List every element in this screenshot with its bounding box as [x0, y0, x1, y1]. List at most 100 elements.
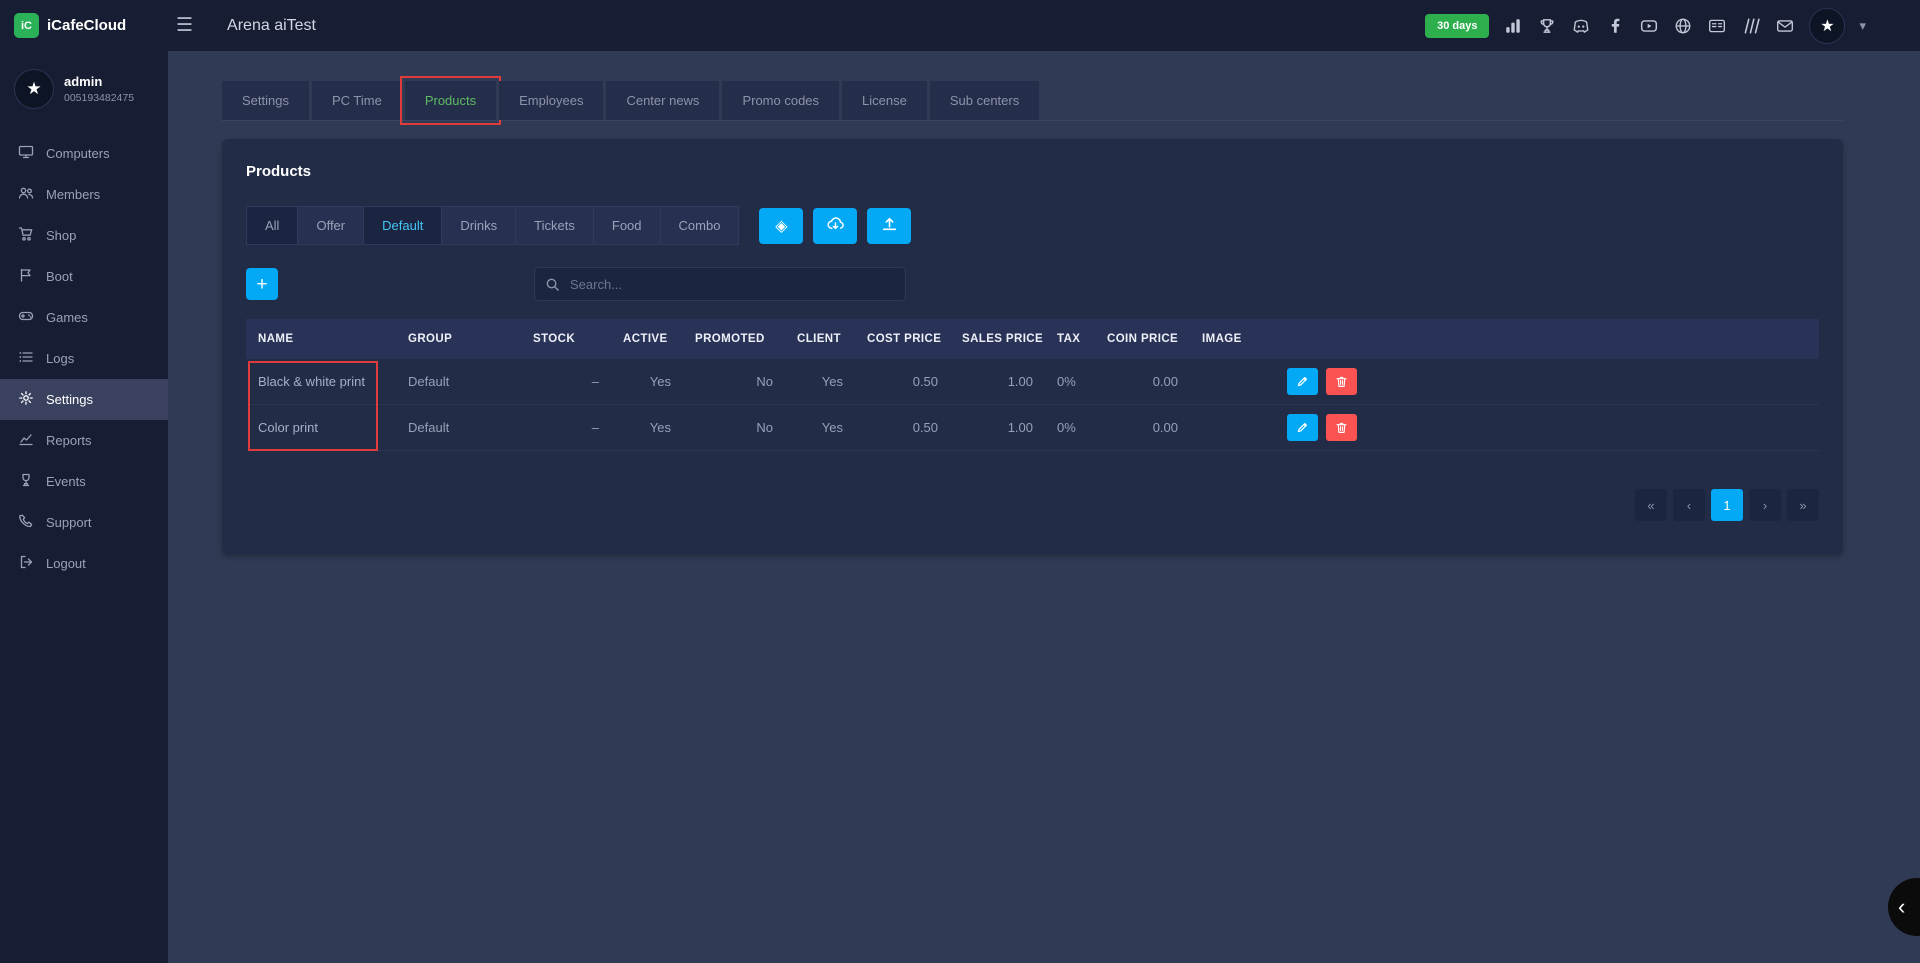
pagination-first[interactable]: « [1635, 489, 1667, 521]
cell-tax: 0% [1045, 420, 1095, 435]
brand[interactable]: iC iCafeCloud [0, 13, 168, 38]
tab-center-news[interactable]: Center news [606, 81, 719, 120]
sidebar-item-shop[interactable]: Shop [0, 215, 168, 256]
col-client: CLIENT [785, 333, 855, 345]
cart-icon [18, 226, 34, 245]
cloud-import-button[interactable] [813, 208, 857, 244]
edit-product-button[interactable] [1287, 368, 1318, 395]
tab-products[interactable]: Products [405, 81, 496, 120]
subtab-food[interactable]: Food [593, 206, 660, 245]
cell-coin-price: 0.00 [1095, 420, 1190, 435]
sidebar-item-support[interactable]: Support [0, 502, 168, 543]
subtab-default[interactable]: Default [363, 206, 441, 245]
cell-stock: – [521, 374, 611, 389]
gamepad-icon [18, 308, 34, 327]
sidebar-item-logs[interactable]: Logs [0, 338, 168, 379]
col-stock: STOCK [521, 333, 611, 345]
tab-pc-time[interactable]: PC Time [312, 81, 402, 120]
col-image: IMAGE [1190, 333, 1275, 345]
subtab-combo[interactable]: Combo [660, 206, 740, 245]
medal-icon [18, 472, 34, 491]
topbar: iC iCafeCloud ☰ Arena aiTest 30 days [0, 0, 1920, 51]
subtab-drinks[interactable]: Drinks [441, 206, 515, 245]
sidebar-item-label: Reports [46, 433, 92, 448]
list-icon [18, 349, 34, 368]
edit-product-button[interactable] [1287, 414, 1318, 441]
sidebar-item-events[interactable]: Events [0, 461, 168, 502]
sidebar-item-label: Games [46, 310, 88, 325]
cell-active: Yes [611, 374, 683, 389]
pagination-page-1[interactable]: 1 [1711, 489, 1743, 521]
subtab-tickets[interactable]: Tickets [515, 206, 593, 245]
facebook-icon[interactable] [1605, 16, 1625, 36]
cell-name: Color print [246, 420, 396, 435]
sidebar-item-computers[interactable]: Computers [0, 133, 168, 174]
gem-icon: ◈ [775, 216, 787, 236]
mail-icon[interactable] [1775, 16, 1795, 36]
cell-client: Yes [785, 374, 855, 389]
cell-group: Default [396, 374, 521, 389]
logout-icon [18, 554, 34, 573]
cell-cost-price: 0.50 [855, 374, 950, 389]
hamburger-menu-button[interactable]: ☰ [168, 10, 201, 41]
chart-icon [18, 431, 34, 450]
id-card-icon[interactable] [1707, 16, 1727, 36]
pagination-next[interactable]: › [1749, 489, 1781, 521]
tab-employees[interactable]: Employees [499, 81, 603, 120]
search-icon [545, 277, 560, 292]
sidebar-item-label: Shop [46, 228, 76, 243]
cell-actions [1275, 414, 1819, 441]
sidebar-user[interactable]: ★ admin 005193482475 [0, 51, 168, 133]
table-row: Black & white print Default – Yes No Yes… [246, 359, 1819, 405]
search-input[interactable] [568, 276, 895, 293]
sidebar-item-games[interactable]: Games [0, 297, 168, 338]
sidebar-item-reports[interactable]: Reports [0, 420, 168, 461]
topbar-right: 30 days ★ ▾ [1425, 8, 1920, 44]
col-sales-price: SALES PRICE [950, 333, 1045, 345]
chevron-down-icon[interactable]: ▾ [1859, 18, 1866, 34]
trash-icon [1335, 375, 1348, 388]
cell-stock: – [521, 420, 611, 435]
search-box [534, 267, 906, 301]
trash-icon [1335, 421, 1348, 434]
sidebar-item-members[interactable]: Members [0, 174, 168, 215]
ads-bars-icon[interactable] [1503, 16, 1523, 36]
pagination-prev[interactable]: ‹ [1673, 489, 1705, 521]
pencil-icon [1296, 375, 1309, 388]
main-content: Settings PC Time Products Employees Cent… [168, 51, 1920, 963]
tab-settings[interactable]: Settings [222, 81, 309, 120]
products-table: NAME GROUP STOCK ACTIVE PROMOTED CLIENT … [246, 319, 1819, 451]
manage-groups-button[interactable]: ◈ [759, 208, 803, 244]
delete-product-button[interactable] [1326, 414, 1357, 441]
sidebar-item-settings[interactable]: Settings [0, 379, 168, 420]
cell-cost-price: 0.50 [855, 420, 950, 435]
discord-icon[interactable] [1571, 16, 1591, 36]
sidebar: ★ admin 005193482475 Computers Members S… [0, 51, 168, 963]
col-active: ACTIVE [611, 333, 683, 345]
delete-product-button[interactable] [1326, 368, 1357, 395]
pagination-last[interactable]: » [1787, 489, 1819, 521]
license-days-badge[interactable]: 30 days [1425, 14, 1489, 38]
globe-icon[interactable] [1673, 16, 1693, 36]
add-product-button[interactable]: + [246, 268, 278, 300]
table-row: Color print Default – Yes No Yes 0.50 1.… [246, 405, 1819, 451]
brand-name: iCafeCloud [47, 17, 126, 34]
youtube-icon[interactable] [1639, 16, 1659, 36]
user-avatar[interactable]: ★ [1809, 8, 1845, 44]
col-cost-price: COST PRICE [855, 333, 950, 345]
subtab-offer[interactable]: Offer [297, 206, 363, 245]
sidebar-user-name: admin [64, 74, 134, 89]
pagination: « ‹ 1 › » [246, 489, 1819, 521]
cell-group: Default [396, 420, 521, 435]
subtab-all[interactable]: All [246, 206, 297, 245]
sidebar-item-boot[interactable]: Boot [0, 256, 168, 297]
cell-name: Black & white print [246, 374, 396, 389]
category-subtabs: All Offer Default Drinks Tickets Food Co… [246, 206, 739, 245]
tab-promo-codes[interactable]: Promo codes [722, 81, 839, 120]
sidebar-item-logout[interactable]: Logout [0, 543, 168, 584]
trophy-icon[interactable] [1537, 16, 1557, 36]
glassdoor-icon[interactable] [1741, 16, 1761, 36]
tab-license[interactable]: License [842, 81, 927, 120]
upload-button[interactable] [867, 208, 911, 244]
tab-sub-centers[interactable]: Sub centers [930, 81, 1039, 120]
